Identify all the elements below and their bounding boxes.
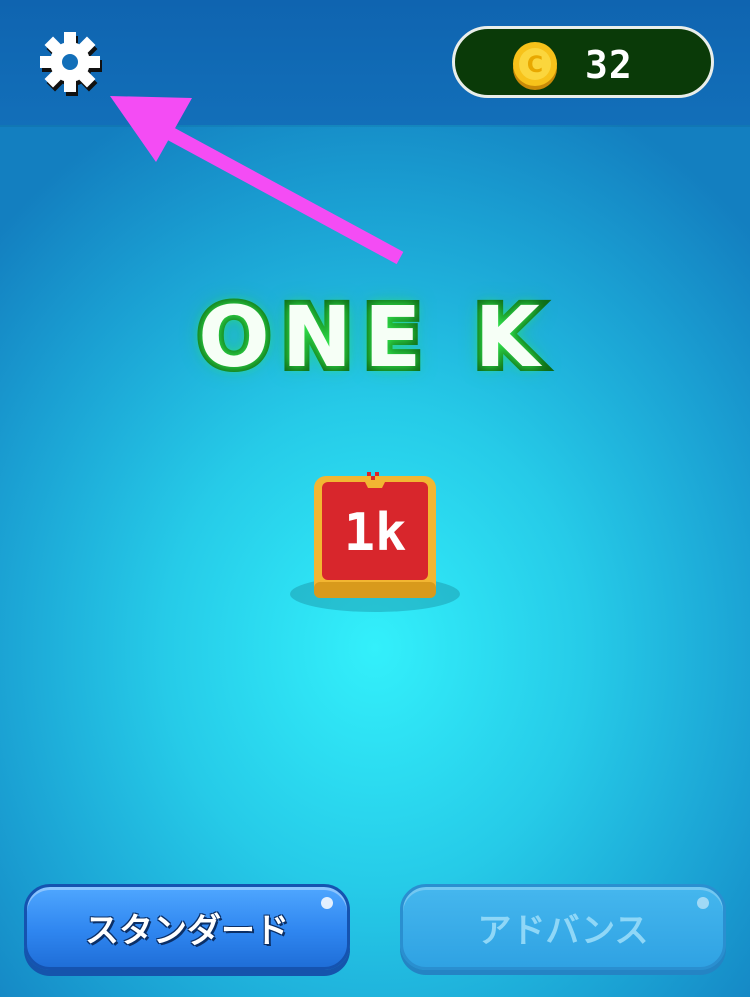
coin-icon: C (513, 42, 557, 90)
standard-mode-button[interactable]: スタンダード (24, 884, 350, 970)
svg-text:C: C (527, 53, 543, 78)
coin-counter: C 32 (452, 26, 714, 98)
advanced-mode-label: アドバンス (477, 910, 649, 951)
game-title: ONE K (193, 283, 552, 391)
logo-text: 1k (344, 503, 407, 563)
coin-count: 32 (585, 43, 633, 87)
advanced-mode-button[interactable]: アドバンス (400, 884, 726, 970)
standard-mode-label: スタンダード (85, 910, 289, 951)
button-shine (697, 897, 709, 909)
gear-icon (40, 32, 102, 96)
settings-button[interactable] (34, 26, 106, 98)
button-shine (321, 897, 333, 909)
game-logo: 1k (314, 472, 436, 598)
top-bar: C 32 (0, 0, 750, 125)
